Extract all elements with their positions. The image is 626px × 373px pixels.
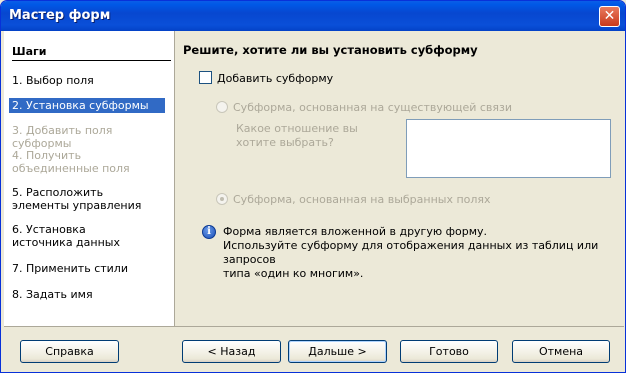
help-button[interactable]: Справка: [20, 340, 119, 363]
form-wizard-window: Мастер форм ✕ Шаги 1. Выбор поля 2. Уста…: [0, 0, 626, 373]
radio-existing-relation: [216, 101, 228, 113]
steps-header: Шаги: [12, 45, 47, 58]
main-panel: Решите, хотите ли вы установить субформу…: [175, 31, 624, 326]
button-bar: Справка < Назад Дальше > Готово Отмена: [4, 326, 624, 372]
info-line-3: типа «один ко многим».: [223, 267, 364, 280]
back-button[interactable]: < Назад: [182, 340, 281, 363]
steps-sidebar: Шаги 1. Выбор поля 2. Установка субформы…: [4, 31, 175, 326]
step-get-joined-fields: 4. Получить объединенные поля: [12, 149, 130, 175]
step-select-fields[interactable]: 1. Выбор поля: [9, 73, 165, 88]
radio-selected-fields-label: Субформа, основанная на выбранных полях: [233, 193, 491, 206]
close-button[interactable]: ✕: [599, 6, 620, 27]
add-subform-checkbox[interactable]: [199, 71, 212, 84]
step-set-name[interactable]: 8. Задать имя: [9, 287, 165, 302]
page-heading: Решите, хотите ли вы установить субформу: [183, 43, 478, 57]
window-title: Мастер форм: [9, 8, 111, 23]
next-button[interactable]: Дальше >: [288, 340, 387, 363]
title-bar[interactable]: Мастер форм ✕: [1, 1, 625, 31]
relation-question-label: Какое отношение вы хотите выбрать?: [236, 122, 358, 149]
cancel-button[interactable]: Отмена: [512, 340, 610, 363]
step-apply-styles[interactable]: 7. Применить стили: [9, 261, 165, 276]
info-line-2: Используйте субформу для отображения дан…: [223, 239, 599, 266]
info-line-1: Форма является вложенной в другую форму.: [223, 225, 488, 238]
info-message: Форма является вложенной в другую форму.…: [223, 225, 624, 281]
step-set-data-source[interactable]: 6. Установка источника данных: [9, 222, 150, 250]
step-set-subform[interactable]: 2. Установка субформы: [9, 98, 165, 113]
radio-existing-relation-label: Субформа, основанная на существующей свя…: [233, 101, 513, 114]
radio-selected-fields: [216, 193, 228, 205]
add-subform-label[interactable]: Добавить субформу: [217, 72, 333, 85]
step-add-subform-fields: 3. Добавить поля субформы: [12, 124, 113, 150]
info-icon: i: [202, 225, 216, 239]
step-arrange-controls[interactable]: 5. Расположить элементы управления: [9, 185, 160, 213]
steps-divider: [12, 60, 171, 61]
finish-button[interactable]: Готово: [400, 340, 498, 363]
relation-list: [406, 119, 611, 178]
close-icon: ✕: [603, 8, 616, 24]
